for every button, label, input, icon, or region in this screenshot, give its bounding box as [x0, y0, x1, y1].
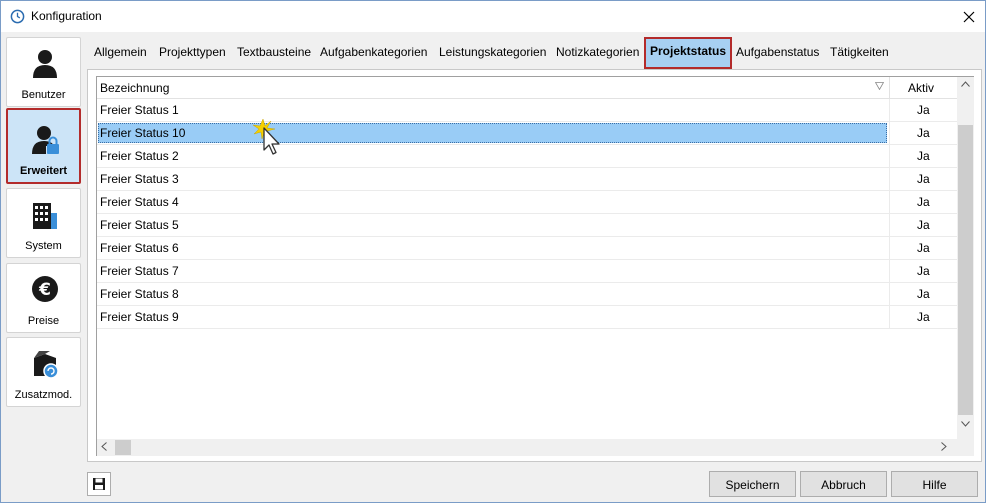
table-row[interactable]: Freier Status 9 Ja	[97, 306, 957, 329]
user-lock-icon	[32, 126, 59, 154]
horizontal-scroll-thumb[interactable]	[115, 440, 131, 455]
tab-textbausteine[interactable]: Textbausteine	[233, 39, 315, 69]
mouse-cursor-click-icon	[252, 118, 280, 155]
cell-aktiv: Ja	[889, 191, 957, 213]
table-row[interactable]: Freier Status 1 Ja	[97, 99, 957, 122]
table-row[interactable]: Freier Status 6 Ja	[97, 237, 957, 260]
save-icon-button[interactable]	[87, 472, 111, 496]
clock-icon	[10, 9, 25, 24]
cell-aktiv: Ja	[889, 283, 957, 305]
cell-aktiv: Ja	[889, 237, 957, 259]
sidebar-item-benutzer[interactable]: Benutzer	[6, 37, 81, 107]
cell-aktiv: Ja	[889, 260, 957, 282]
cell-bezeichnung: Freier Status 1	[100, 103, 179, 117]
euro-icon: €	[32, 276, 58, 302]
cell-aktiv: Ja	[889, 99, 957, 121]
table-row[interactable]: Freier Status 3 Ja	[97, 168, 957, 191]
cell-aktiv: Ja	[889, 306, 957, 328]
cell-aktiv: Ja	[889, 168, 957, 190]
tab-projektstatus[interactable]: Projektstatus	[644, 37, 733, 69]
cell-bezeichnung: Freier Status 10	[100, 126, 186, 140]
cell-bezeichnung: Freier Status 2	[100, 149, 179, 163]
box-module-icon	[34, 351, 59, 379]
window-title: Konfiguration	[31, 9, 102, 23]
svg-text:€: €	[38, 280, 51, 300]
scroll-right-icon[interactable]	[941, 442, 947, 451]
cell-aktiv: Ja	[889, 145, 957, 167]
sidebar-item-erweitert[interactable]: Erweitert	[6, 108, 81, 184]
tab-aufgabenkategorien[interactable]: Aufgabenkategorien	[316, 39, 431, 69]
cell-bezeichnung: Freier Status 3	[100, 172, 179, 186]
tab-content-panel: Bezeichnung Aktiv Freier Status 1 Ja Fre…	[87, 69, 982, 462]
scrollbar-corner	[957, 439, 974, 456]
tab-strip: Allgemein Projekttypen Textbausteine Auf…	[87, 37, 982, 69]
sidebar-item-label: System	[25, 240, 62, 252]
sidebar-item-system[interactable]: System	[6, 188, 81, 258]
speichern-button[interactable]: Speichern	[709, 471, 796, 497]
scroll-up-icon[interactable]	[961, 81, 970, 87]
grid-rows: Freier Status 1 Ja Freier Status 10 Ja F…	[97, 99, 957, 329]
config-window: Konfiguration Benutzer Erweitert System …	[0, 0, 986, 503]
close-button[interactable]	[957, 6, 981, 28]
tab-aufgabenstatus[interactable]: Aufgabenstatus	[732, 39, 823, 69]
cell-bezeichnung: Freier Status 5	[100, 218, 179, 232]
column-header-aktiv[interactable]: Aktiv	[889, 77, 957, 99]
cell-bezeichnung: Freier Status 8	[100, 287, 179, 301]
vertical-scroll-thumb[interactable]	[958, 125, 973, 415]
table-row-selected[interactable]: Freier Status 10 Ja	[97, 122, 957, 145]
sidebar-item-label: Benutzer	[21, 89, 66, 101]
sidebar-item-label: Erweitert	[19, 165, 68, 177]
tab-taetigkeiten[interactable]: Tätigkeiten	[826, 39, 893, 69]
sidebar-item-label: Preise	[27, 315, 60, 327]
sidebar-item-preise[interactable]: € Preise	[6, 263, 81, 333]
hilfe-button[interactable]: Hilfe	[891, 471, 978, 497]
tab-notizkategorien[interactable]: Notizkategorien	[552, 39, 643, 69]
table-row[interactable]: Freier Status 4 Ja	[97, 191, 957, 214]
table-row[interactable]: Freier Status 5 Ja	[97, 214, 957, 237]
scroll-left-icon[interactable]	[101, 442, 107, 451]
selection-highlight	[98, 123, 887, 143]
cell-bezeichnung: Freier Status 7	[100, 264, 179, 278]
sidebar-item-label: Zusatzmod.	[14, 389, 73, 401]
abbruch-button[interactable]: Abbruch	[800, 471, 887, 497]
scroll-down-icon[interactable]	[961, 421, 970, 427]
status-grid[interactable]: Bezeichnung Aktiv Freier Status 1 Ja Fre…	[96, 76, 974, 456]
cell-bezeichnung: Freier Status 4	[100, 195, 179, 209]
table-row[interactable]: Freier Status 8 Ja	[97, 283, 957, 306]
cell-bezeichnung: Freier Status 9	[100, 310, 179, 324]
close-icon	[963, 11, 975, 23]
tab-leistungskategorien[interactable]: Leistungskategorien	[435, 39, 550, 69]
floppy-disk-icon	[93, 478, 105, 490]
sort-indicator-icon	[875, 82, 884, 90]
building-icon	[33, 203, 57, 229]
cell-aktiv: Ja	[889, 214, 957, 236]
grid-header: Bezeichnung Aktiv	[97, 77, 957, 99]
horizontal-scrollbar[interactable]	[97, 439, 957, 456]
cell-bezeichnung: Freier Status 6	[100, 241, 179, 255]
vertical-scrollbar[interactable]	[957, 77, 974, 439]
column-header-bezeichnung[interactable]: Bezeichnung	[100, 81, 169, 95]
tab-projekttypen[interactable]: Projekttypen	[155, 39, 230, 69]
table-row[interactable]: Freier Status 7 Ja	[97, 260, 957, 283]
user-icon	[33, 50, 57, 78]
title-bar: Konfiguration	[1, 1, 985, 32]
table-row[interactable]: Freier Status 2 Ja	[97, 145, 957, 168]
tab-allgemein[interactable]: Allgemein	[90, 39, 151, 69]
cell-aktiv: Ja	[889, 122, 957, 144]
sidebar-item-zusatzmod[interactable]: Zusatzmod.	[6, 337, 81, 407]
